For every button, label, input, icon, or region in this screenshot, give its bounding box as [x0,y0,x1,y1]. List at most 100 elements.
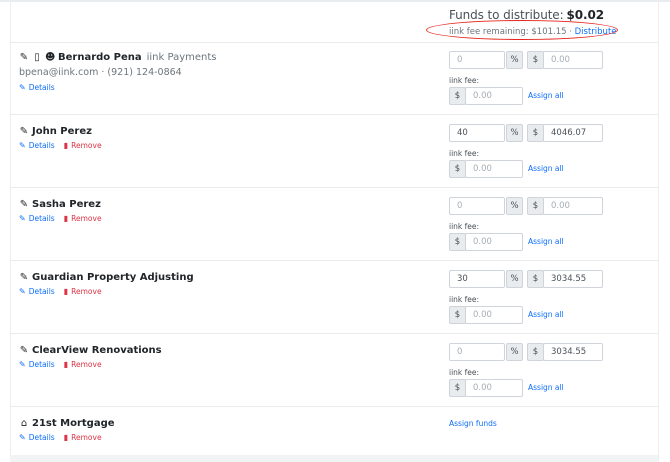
percent-input[interactable]: 0 [449,343,505,361]
user-check-icon: ☻ [45,52,56,63]
bottom-bar [10,455,658,462]
dollar-addon: $ [527,343,544,361]
divider [10,333,658,334]
amount-input[interactable]: 4046.07 [543,124,603,142]
remove-link[interactable]: ▮ Remove [64,141,102,150]
remove-link[interactable]: ▮ Remove [64,214,102,223]
percent-input[interactable]: 30 [449,270,505,288]
assign-all-link[interactable]: Assign all [528,310,564,319]
payee-name-line: ✎ ▯ ☻ Bernardo Pena iink Payments [19,52,217,63]
trash-icon: ▮ [63,141,69,150]
fee-label: iink fee: [449,149,480,158]
trash-icon: ▮ [63,214,69,223]
panel-right-border [658,0,659,462]
percent-input[interactable]: 40 [449,124,505,142]
divider [10,406,658,407]
funds-amount: $0.02 [566,8,605,22]
details-label: Details [28,141,55,150]
details-link[interactable]: ✎ Details [19,214,55,223]
payee-name: Sasha Perez [32,199,101,210]
remove-link[interactable]: ▮ Remove [64,433,102,442]
payee-actions: ✎ Details ▮ Remove [19,141,111,150]
payee-actions: ✎ Details ▮ Remove [19,287,111,296]
details-link[interactable]: ✎ Details [19,287,55,296]
divider [10,114,658,115]
details-label: Details [28,83,55,92]
payee-name: John Perez [32,126,92,137]
remove-label: Remove [71,287,102,296]
fee-input[interactable]: 0.00 [465,379,523,397]
fee-label: iink fee: [449,76,480,85]
fee-dollar-addon: $ [449,160,466,178]
assign-funds-link[interactable]: Assign funds [449,419,497,428]
fee-dollar-addon: $ [449,233,466,251]
amount-input[interactable]: 0.00 [543,197,603,215]
remove-label: Remove [71,214,102,223]
assign-all-link[interactable]: Assign all [528,383,564,392]
payee-name-line: ⌂ 21st Mortgage [19,418,115,429]
remove-link[interactable]: ▮ Remove [64,360,102,369]
clipboard-icon: ▯ [34,52,40,63]
percent-addon: % [506,197,523,215]
trash-icon: ▮ [63,287,69,296]
details-link[interactable]: ✎ Details [19,141,55,150]
remove-label: Remove [71,360,102,369]
amount-input[interactable]: 3034.55 [543,343,603,361]
fee-input[interactable]: 0.00 [465,233,523,251]
remove-link[interactable]: ▮ Remove [64,287,102,296]
payee-name-line: ✎ John Perez [19,126,92,137]
fee-input[interactable]: 0.00 [465,306,523,324]
payee-name-line: ✎ Guardian Property Adjusting [19,272,194,283]
dollar-addon: $ [527,270,544,288]
payee-subtext: iink Payments [146,52,217,63]
details-label: Details [28,287,55,296]
dollar-addon: $ [527,197,544,215]
divider [10,187,658,188]
divider [10,42,658,43]
percent-addon: % [506,343,523,361]
fee-input[interactable]: 0.00 [465,87,523,105]
fee-dollar-addon: $ [449,87,466,105]
pen-icon: ✎ [19,272,29,283]
pencil-icon: ✎ [19,433,26,442]
percent-input[interactable]: 0 [449,51,505,69]
percent-addon: % [506,51,523,69]
assign-all-link[interactable]: Assign all [528,237,564,246]
assign-all-link[interactable]: Assign all [528,164,564,173]
payee-name: ClearView Renovations [32,345,162,356]
details-link[interactable]: ✎ Details [19,360,55,369]
payee-actions: ✎ Details ▮ Remove [19,360,111,369]
bank-icon: ⌂ [20,418,28,429]
payee-name: Bernardo Pena [58,52,142,63]
percent-addon: % [506,270,523,288]
details-link[interactable]: ✎ Details [19,433,55,442]
pencil-icon: ✎ [19,83,26,92]
payee-name: Guardian Property Adjusting [32,272,194,283]
fee-dollar-addon: $ [449,379,466,397]
remove-label: Remove [71,141,102,150]
divider [10,260,658,261]
pen-icon: ✎ [19,199,29,210]
pencil-icon: ✎ [19,141,26,150]
fee-input[interactable]: 0.00 [465,160,523,178]
top-border [0,0,670,2]
trash-icon: ▮ [63,360,69,369]
payee-name-line: ✎ Sasha Perez [19,199,101,210]
pencil-icon: ✎ [19,287,26,296]
pencil-icon: ✎ [19,360,26,369]
highlight-ellipse [426,20,618,40]
details-link[interactable]: ✎ Details [19,83,55,92]
payee-contact: bpena@iink.com · (921) 124-0864 [19,67,182,78]
fee-label: iink fee: [449,295,480,304]
fee-dollar-addon: $ [449,306,466,324]
payee-actions: ✎ Details ▮ Remove [19,433,111,442]
dollar-addon: $ [527,124,544,142]
panel-left-border [10,0,11,462]
amount-input[interactable]: 0.00 [543,51,603,69]
fee-label: iink fee: [449,222,480,231]
amount-input[interactable]: 3034.55 [543,270,603,288]
details-label: Details [28,433,55,442]
details-label: Details [28,360,55,369]
assign-all-link[interactable]: Assign all [528,91,564,100]
percent-input[interactable]: 0 [449,197,505,215]
